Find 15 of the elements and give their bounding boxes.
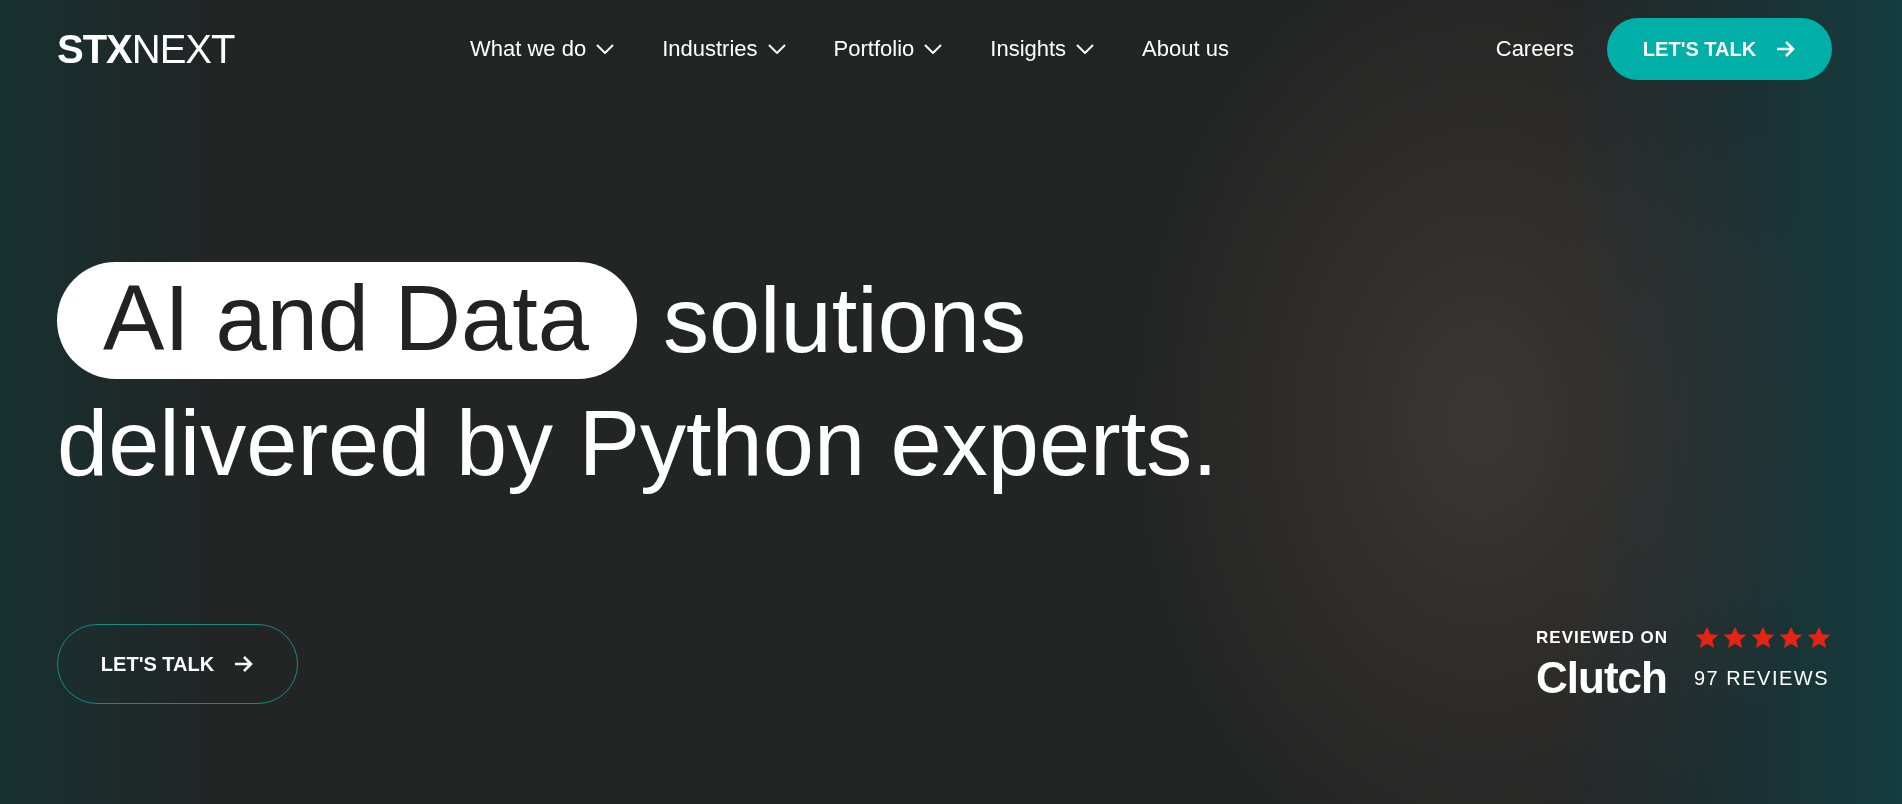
arrow-right-icon xyxy=(234,655,255,673)
careers-link[interactable]: Careers xyxy=(1495,36,1574,62)
arrow-right-icon xyxy=(1776,40,1797,58)
clutch-logo[interactable]: Clutch xyxy=(1536,653,1668,703)
nav-link[interactable]: Insights xyxy=(990,36,1095,62)
nav-link[interactable]: About us xyxy=(1142,36,1229,62)
logo[interactable]: STXNEXT xyxy=(57,26,237,72)
headline-text: delivered by Python experts. xyxy=(57,391,1219,496)
nav-link[interactable]: What we do xyxy=(470,36,615,62)
reviewed-on-label: REVIEWED ON xyxy=(1536,628,1668,648)
review-count: 97 REVIEWS xyxy=(1694,666,1831,690)
headline-highlight: AI and Data xyxy=(57,262,637,379)
nav-link[interactable]: Portfolio xyxy=(833,36,943,62)
headline-text: solutions xyxy=(662,268,1026,373)
nav-link[interactable]: Industries xyxy=(662,36,786,62)
